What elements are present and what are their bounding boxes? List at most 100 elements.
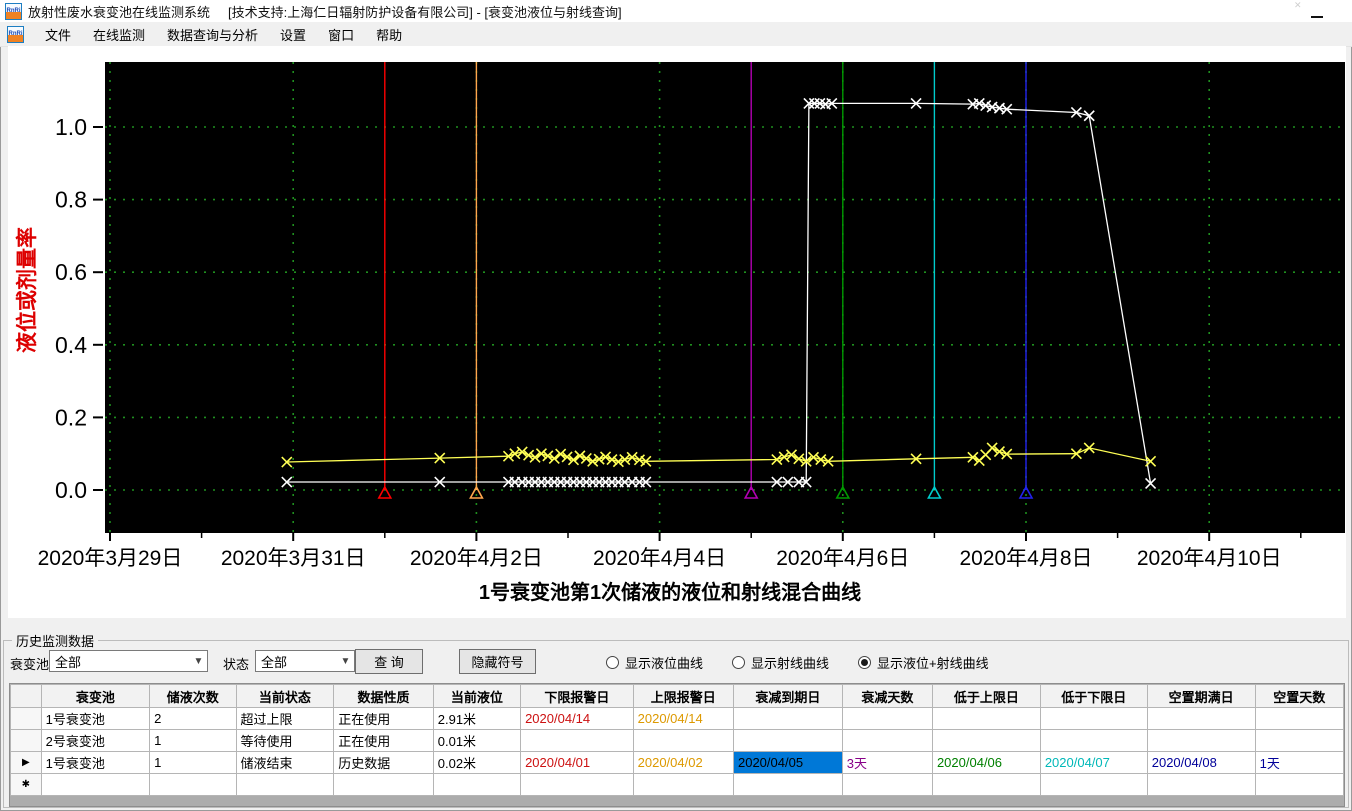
column-header[interactable]: 衰变池 [40,684,151,708]
status-select[interactable]: 全部 ▼ [255,650,355,672]
table-cell[interactable]: 2号衰变池 [40,729,151,752]
radio-ray-curve[interactable]: 显示射线曲线 [732,653,829,672]
table-cell[interactable] [1146,773,1256,796]
close-icon[interactable]: ✕ [1294,0,1302,11]
menu-item-window[interactable]: 窗口 [317,22,365,47]
status-label: 状态 [223,657,250,672]
table-cell[interactable] [1146,707,1256,730]
table-cell[interactable] [841,773,933,796]
row-selector-cell[interactable] [10,707,42,730]
column-header[interactable]: 储液次数 [149,684,237,708]
column-header[interactable]: 当前液位 [432,684,522,708]
table-cell[interactable]: 2020/04/02 [632,751,734,774]
table-cell[interactable]: 超过上限 [235,707,335,730]
table-cell[interactable] [520,773,634,796]
table-cell[interactable] [40,773,151,796]
svg-text:0.6: 0.6 [55,259,87,285]
menu-bar-items: 文件 在线监测 数据查询与分析 设置 窗口 帮助 [34,22,413,47]
table-cell[interactable]: 正在使用 [333,729,434,752]
table-cell[interactable] [931,729,1041,752]
table-cell[interactable]: 1 [149,729,237,752]
table-cell[interactable] [1039,707,1148,730]
app-logo-icon: RnRi [5,2,22,20]
radio-level-curve[interactable]: 显示液位曲线 [606,653,703,672]
history-panel-title: 历史监测数据 [12,631,99,650]
table-cell[interactable]: 2020/04/01 [520,751,634,774]
history-panel: 历史监测数据 衰变池 全部 ▼ 状态 全部 ▼ 查 询 隐藏符号 显示液位曲线 显… [3,631,1349,808]
table-cell[interactable] [1254,729,1344,752]
history-table: 衰变池 储液次数 当前状态 数据性质 当前液位 下限报警日 上限报警日 衰减到期日 衰减天数 低于… [10,684,1344,796]
table-cell[interactable]: 2020/04/14 [520,707,634,730]
table-cell[interactable]: 2020/04/07 [1039,751,1148,774]
table-cell[interactable]: 3天 [841,751,933,774]
svg-text:0.8: 0.8 [55,187,87,213]
table-header-row: 衰变池 储液次数 当前状态 数据性质 当前液位 下限报警日 上限报警日 衰减到期日 衰减天数 低于… [10,684,1344,708]
table-cell[interactable]: 1号衰变池 [40,707,151,730]
minimize-button[interactable] [1311,16,1323,18]
table-cell[interactable] [732,729,843,752]
row-selector-cell[interactable] [10,729,42,752]
table-cell[interactable] [333,773,434,796]
table-cell[interactable] [841,729,933,752]
column-header[interactable]: 上限报警日 [632,684,734,708]
table-cell[interactable] [931,707,1041,730]
table-cell[interactable] [520,729,634,752]
table-cell[interactable] [931,773,1041,796]
column-header[interactable]: 下限报警日 [520,684,634,708]
table-cell[interactable] [149,773,237,796]
table-cell[interactable] [1146,729,1256,752]
table-cell[interactable]: 2020/04/06 [931,751,1041,774]
table-cell[interactable] [1254,707,1344,730]
svg-text:2020年3月31日: 2020年3月31日 [221,547,366,570]
table-cell[interactable] [1254,773,1344,796]
radio-level-ray-curve[interactable]: 显示液位+射线曲线 [858,653,989,672]
table-cell[interactable] [732,773,843,796]
table-cell[interactable]: 正在使用 [333,707,434,730]
column-header[interactable]: 低于上限日 [931,684,1041,708]
menu-item-help[interactable]: 帮助 [365,22,413,47]
radio-label: 显示液位曲线 [625,656,704,671]
table-cell[interactable] [841,707,933,730]
table-cell[interactable]: 1号衰变池 [40,751,151,774]
query-button[interactable]: 查 询 [355,649,423,674]
table-cell[interactable]: 2 [149,707,237,730]
new-row-indicator[interactable]: ✱ [10,773,42,796]
column-header[interactable]: 空置期满日 [1146,684,1256,708]
table-cell[interactable]: 等待使用 [235,729,335,752]
pool-select[interactable]: 全部 ▼ [49,650,208,672]
hide-symbols-button[interactable]: 隐藏符号 [459,649,536,674]
table-cell[interactable]: 0.01米 [432,729,522,752]
table-cell[interactable]: 储液结束 [235,751,335,774]
column-header[interactable]: 当前状态 [235,684,335,708]
table-cell[interactable]: 2.91米 [432,707,522,730]
column-header[interactable]: 衰减到期日 [732,684,843,708]
column-header[interactable]: 低于下限日 [1039,684,1148,708]
svg-text:2020年4月4日: 2020年4月4日 [593,547,726,570]
table-row: ✱ [10,773,1344,796]
table-cell[interactable] [235,773,335,796]
table-cell[interactable] [1039,729,1148,752]
table-cell[interactable] [632,773,734,796]
table-cell[interactable] [732,707,843,730]
table-cell[interactable]: 2020/04/14 [632,707,734,730]
table-cell[interactable]: 2020/04/08 [1146,751,1256,774]
column-header[interactable]: 数据性质 [333,684,434,708]
radio-label: 显示液位+射线曲线 [877,656,989,671]
menu-item-settings[interactable]: 设置 [269,22,317,47]
column-header[interactable]: 衰减天数 [841,684,933,708]
table-cell[interactable] [632,729,734,752]
column-header[interactable]: 空置天数 [1254,684,1344,708]
menu-item-data-query-analysis[interactable]: 数据查询与分析 [156,22,269,47]
table-cell[interactable]: 2020/04/05 [732,751,843,774]
table-cell[interactable] [1039,773,1148,796]
table-cell[interactable]: 历史数据 [333,751,434,774]
svg-text:1号衰变池第1次储液的液位和射线混合曲线: 1号衰变池第1次储液的液位和射线混合曲线 [479,580,861,604]
menu-item-online-monitoring[interactable]: 在线监测 [82,22,156,47]
row-selector-cell[interactable]: ▶ [10,751,42,774]
svg-text:2020年3月29日: 2020年3月29日 [38,547,183,570]
table-cell[interactable]: 1 [149,751,237,774]
menu-item-file[interactable]: 文件 [34,22,82,47]
table-cell[interactable] [432,773,522,796]
table-cell[interactable]: 1天 [1254,751,1344,774]
table-cell[interactable]: 0.02米 [432,751,522,774]
